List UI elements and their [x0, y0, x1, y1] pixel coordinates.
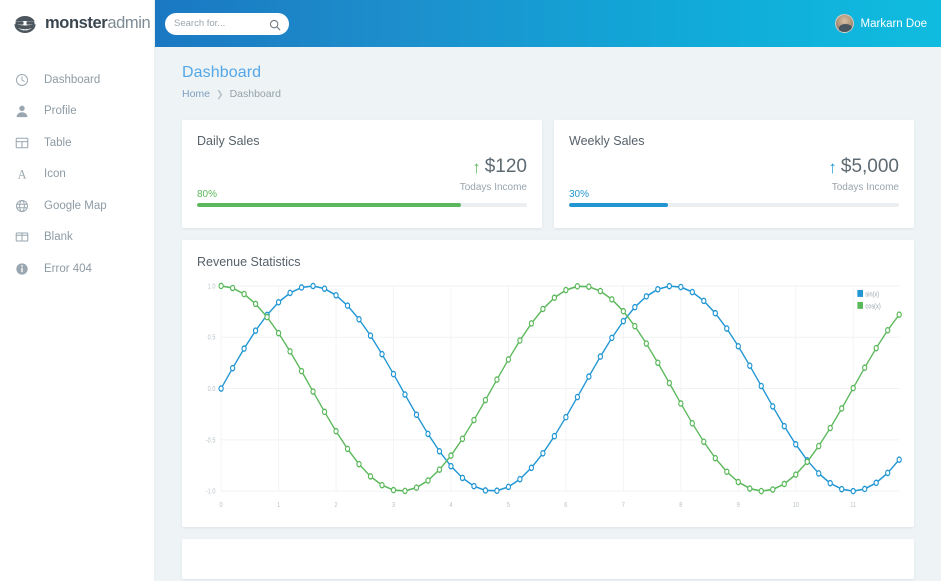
table-grid-icon: [14, 135, 29, 150]
search-input[interactable]: [174, 18, 262, 29]
weekly-amount-block: ↑ $5,000 Todays Income: [828, 156, 899, 193]
chevron-right-icon: ❯: [216, 89, 224, 100]
daily-progress-track: [197, 203, 527, 207]
letter-a-icon: A: [14, 167, 29, 182]
revenue-chart: -1.0 -0.5 0.0 0.5 1.0 0 1 2 3 4 5 6 7 8 9 10 11 sin(x) cos…: [197, 278, 904, 517]
sidebar-item-label: Icon: [44, 168, 66, 180]
daily-amount-row: ↑ $120: [460, 156, 527, 178]
user-name: Markarn Doe: [861, 18, 927, 30]
svg-text:1.0: 1.0: [208, 283, 216, 291]
breadcrumb: Home ❯ Dashboard: [182, 88, 921, 100]
svg-text:5: 5: [507, 502, 511, 510]
arrow-up-icon: ↑: [828, 159, 837, 176]
svg-text:cos(x): cos(x): [865, 303, 880, 311]
svg-text:0: 0: [220, 502, 224, 510]
svg-text:1: 1: [277, 502, 281, 510]
card-title: Daily Sales: [197, 134, 527, 148]
admin-dashboard-page: monsteradmin Dashboard Profile: [0, 0, 941, 581]
brand-logo-area[interactable]: monsteradmin: [0, 0, 154, 47]
weekly-amount-row: ↑ $5,000: [828, 156, 899, 178]
svg-text:8: 8: [679, 502, 683, 510]
revenue-statistics-card: Revenue Statistics -1.0 -0.5 0.0 0.5 1.0 0 1 2 3…: [182, 240, 914, 527]
weekly-progress-track: [569, 203, 899, 207]
main-area: Markarn Doe Dashboard Home ❯ Dashboard D…: [155, 0, 941, 581]
sidebar-item-icon[interactable]: A Icon: [0, 159, 154, 191]
search-box[interactable]: [165, 13, 289, 35]
sales-cards-row: Daily Sales ↑ $120 Todays Income 80%: [175, 120, 921, 228]
sidebar-item-label: Profile: [44, 105, 77, 117]
svg-text:-1.0: -1.0: [206, 488, 216, 496]
next-card-partial: [182, 539, 914, 579]
sidebar-item-blank[interactable]: Blank: [0, 222, 154, 254]
svg-text:sin(x): sin(x): [865, 291, 879, 299]
daily-progress-label: 80%: [197, 189, 527, 200]
user-icon: [14, 104, 29, 119]
clock-icon: [14, 72, 29, 87]
weekly-progress: 30%: [569, 189, 899, 207]
top-bar: Markarn Doe: [155, 0, 941, 47]
info-circle-icon: [14, 261, 29, 276]
brand-title-light: admin: [107, 14, 150, 32]
page-content: Dashboard Home ❯ Dashboard Daily Sales ↑…: [155, 47, 941, 579]
sidebar-item-label: Table: [44, 137, 72, 149]
revenue-chart-svg: -1.0 -0.5 0.0 0.5 1.0 0 1 2 3 4 5 6 7 8 9 10 11 sin(x) cos…: [197, 278, 904, 517]
svg-text:4: 4: [449, 502, 453, 510]
weekly-sales-card: Weekly Sales ↑ $5,000 Todays Income 30%: [554, 120, 914, 228]
svg-text:7: 7: [622, 502, 626, 510]
sidebar-item-profile[interactable]: Profile: [0, 96, 154, 128]
sidebar-item-google-map[interactable]: Google Map: [0, 190, 154, 222]
daily-progress: 80%: [197, 189, 527, 207]
user-menu[interactable]: Markarn Doe: [835, 14, 927, 33]
svg-text:-0.5: -0.5: [206, 437, 216, 445]
svg-text:A: A: [17, 168, 26, 182]
weekly-progress-label: 30%: [569, 189, 899, 200]
page-title: Dashboard: [182, 64, 921, 82]
svg-text:3: 3: [392, 502, 396, 510]
sidebar-item-dashboard[interactable]: Dashboard: [0, 64, 154, 96]
card-title: Weekly Sales: [569, 134, 899, 148]
daily-sales-card: Daily Sales ↑ $120 Todays Income 80%: [182, 120, 542, 228]
svg-text:6: 6: [564, 502, 568, 510]
sidebar-item-label: Error 404: [44, 263, 92, 275]
svg-text:10: 10: [793, 502, 800, 510]
sidebar-item-label: Blank: [44, 231, 73, 243]
svg-text:2: 2: [334, 502, 338, 510]
sidebar-nav: Dashboard Profile Table: [0, 47, 154, 285]
page-header: Dashboard Home ❯ Dashboard: [175, 47, 921, 100]
svg-text:9: 9: [737, 502, 741, 510]
search-icon[interactable]: [269, 18, 281, 30]
arrow-up-icon: ↑: [472, 159, 481, 176]
svg-text:11: 11: [850, 502, 856, 510]
daily-amount-value: $120: [485, 156, 527, 178]
sidebar: monsteradmin Dashboard Profile: [0, 0, 155, 581]
svg-text:0.5: 0.5: [208, 334, 216, 342]
columns-icon: [14, 230, 29, 245]
sidebar-item-error-404[interactable]: Error 404: [0, 253, 154, 285]
breadcrumb-home[interactable]: Home: [182, 88, 210, 100]
chart-card-title: Revenue Statistics: [197, 255, 899, 269]
avatar: [835, 14, 854, 33]
breadcrumb-current: Dashboard: [230, 88, 281, 100]
sidebar-item-label: Dashboard: [44, 74, 100, 86]
brand-title-bold: monster: [45, 14, 107, 32]
daily-amount-block: ↑ $120 Todays Income: [460, 156, 527, 193]
brand-title: monsteradmin: [45, 14, 150, 33]
globe-icon: [14, 198, 29, 213]
monster-face-icon: [12, 14, 38, 34]
weekly-amount-value: $5,000: [841, 156, 899, 178]
sidebar-item-label: Google Map: [44, 200, 107, 212]
daily-progress-fill: [197, 203, 461, 207]
weekly-progress-fill: [569, 203, 668, 207]
sidebar-item-table[interactable]: Table: [0, 127, 154, 159]
svg-text:0.0: 0.0: [208, 386, 216, 394]
